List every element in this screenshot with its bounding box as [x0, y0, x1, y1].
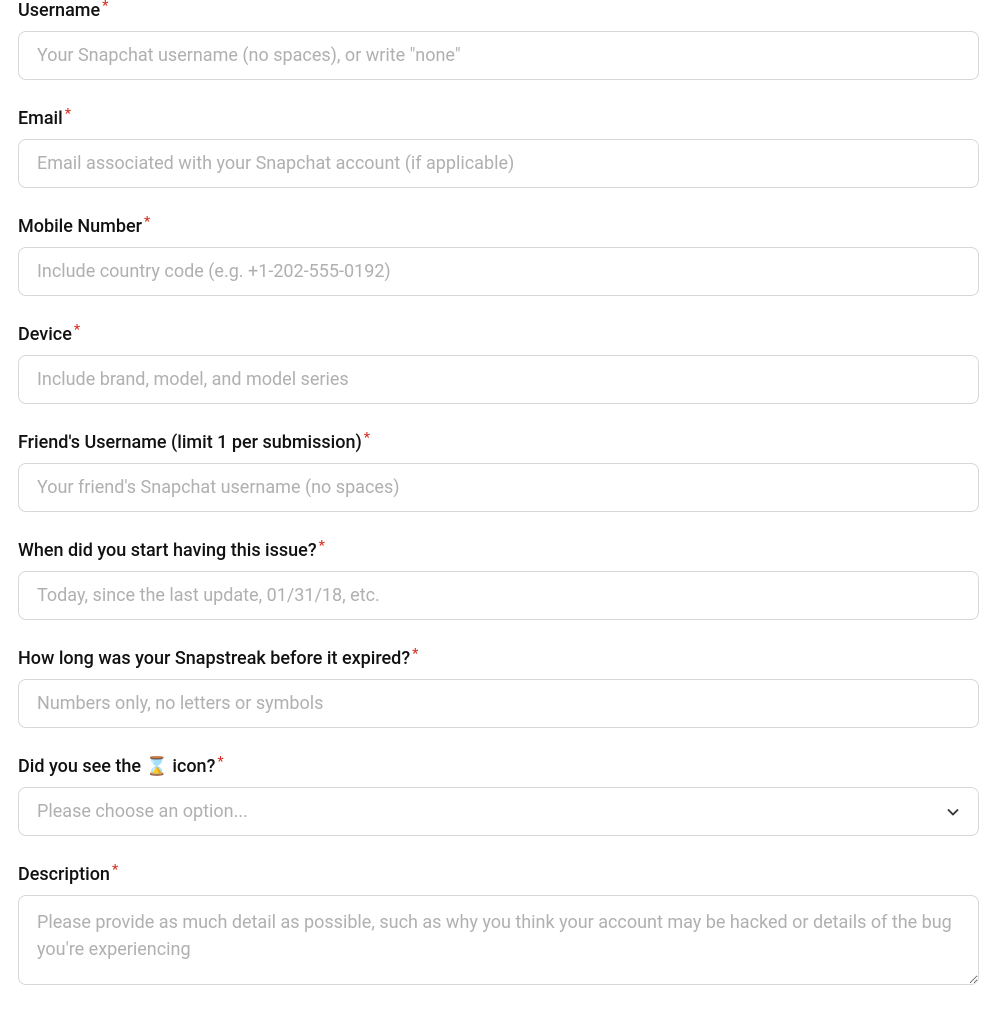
issue-start-input[interactable] [18, 571, 979, 620]
email-input[interactable] [18, 139, 979, 188]
mobile-field-group: Mobile Number* [18, 216, 979, 296]
snapstreak-length-input[interactable] [18, 679, 979, 728]
label-text-pre: Did you see the [18, 756, 145, 777]
hourglass-icon: ⌛ [145, 756, 167, 777]
device-input[interactable] [18, 355, 979, 404]
required-asterisk: * [412, 646, 418, 662]
label-text-post: icon? [168, 756, 215, 777]
required-asterisk: * [319, 538, 325, 554]
label-text: How long was your Snapstreak before it e… [18, 648, 410, 669]
mobile-label: Mobile Number* [18, 216, 150, 237]
support-form: Username* Email* Mobile Number* Device* … [18, 0, 979, 989]
email-field-group: Email* [18, 108, 979, 188]
username-field-group: Username* [18, 0, 979, 80]
snapstreak-length-label: How long was your Snapstreak before it e… [18, 648, 418, 669]
username-label: Username* [18, 0, 108, 21]
friend-username-label: Friend's Username (limit 1 per submissio… [18, 432, 370, 453]
label-text: Description [18, 864, 110, 885]
friend-username-field-group: Friend's Username (limit 1 per submissio… [18, 432, 979, 512]
description-textarea[interactable] [18, 895, 979, 985]
device-label: Device* [18, 324, 80, 345]
required-asterisk: * [217, 754, 223, 770]
saw-icon-field-group: Did you see the ⌛ icon?* Please choose a… [18, 756, 979, 836]
snapstreak-length-field-group: How long was your Snapstreak before it e… [18, 648, 979, 728]
required-asterisk: * [112, 862, 118, 878]
issue-start-field-group: When did you start having this issue?* [18, 540, 979, 620]
email-label: Email* [18, 108, 71, 129]
description-field-group: Description* [18, 864, 979, 989]
saw-icon-select-wrapper[interactable]: Please choose an option... [18, 787, 979, 836]
saw-icon-select[interactable]: Please choose an option... [18, 787, 979, 836]
device-field-group: Device* [18, 324, 979, 404]
label-text: Mobile Number [18, 216, 142, 237]
required-asterisk: * [102, 0, 108, 14]
label-text: Email [18, 108, 63, 129]
required-asterisk: * [74, 322, 80, 338]
username-input[interactable] [18, 31, 979, 80]
label-text: Friend's Username (limit 1 per submissio… [18, 432, 362, 453]
issue-start-label: When did you start having this issue?* [18, 540, 325, 561]
friend-username-input[interactable] [18, 463, 979, 512]
label-text: Device [18, 324, 72, 345]
saw-icon-label: Did you see the ⌛ icon?* [18, 756, 224, 777]
mobile-input[interactable] [18, 247, 979, 296]
label-text: Username [18, 0, 100, 21]
description-label: Description* [18, 864, 118, 885]
required-asterisk: * [364, 430, 370, 446]
select-placeholder: Please choose an option... [37, 801, 248, 822]
required-asterisk: * [65, 106, 71, 122]
required-asterisk: * [144, 214, 150, 230]
label-text: When did you start having this issue? [18, 540, 317, 561]
